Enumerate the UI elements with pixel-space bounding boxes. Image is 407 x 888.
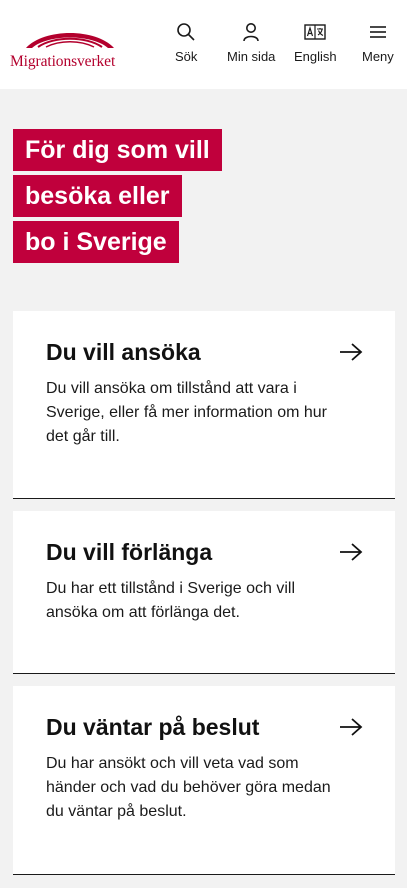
card-extend[interactable]: Du vill förlänga Du har ett tillstånd i … <box>13 511 395 674</box>
nav-english[interactable]: English <box>294 22 337 66</box>
user-icon <box>240 22 262 42</box>
arrow-right-icon <box>340 543 363 561</box>
nav-english-label: English <box>294 49 337 64</box>
hero-line-1: För dig som vill <box>13 129 222 171</box>
arrow-right-icon <box>340 718 363 736</box>
hero-line-3: bo i Sverige <box>13 221 179 263</box>
hero-line-2: besöka eller <box>13 175 182 217</box>
menu-icon <box>367 22 389 42</box>
card-extend-title: Du vill förlänga <box>46 539 213 565</box>
translate-icon <box>304 22 327 42</box>
card-apply-description: Du vill ansöka om tillstånd att vara i S… <box>46 380 327 445</box>
card-waiting[interactable]: Du väntar på beslut Du har ansökt och vi… <box>13 686 395 875</box>
nav-search-label: Sök <box>175 49 198 64</box>
card-extend-description: Du har ett tillstånd i Sverige och vill … <box>46 580 295 621</box>
logo-arch-icon <box>26 33 114 48</box>
card-apply[interactable]: Du vill ansöka Du vill ansöka om tillstå… <box>13 311 395 499</box>
card-waiting-title: Du väntar på beslut <box>46 714 260 740</box>
card-apply-title: Du vill ansöka <box>46 339 201 365</box>
nav-my-page[interactable]: Min sida <box>227 22 275 66</box>
nav-search[interactable]: Sök <box>175 22 197 66</box>
nav-my-page-label: Min sida <box>227 49 276 64</box>
card-waiting-description: Du har ansökt och vill veta vad som händ… <box>46 755 331 820</box>
nav-menu-label: Meny <box>362 49 394 64</box>
search-icon <box>175 22 197 42</box>
arrow-right-icon <box>340 343 363 361</box>
site-header: Migrationsverket Sök Min sida English Me… <box>0 0 407 89</box>
logo-text: Migrationsverket <box>10 53 116 70</box>
nav-menu[interactable]: Meny <box>362 22 394 66</box>
migrationsverket-logo[interactable]: Migrationsverket <box>10 26 128 72</box>
